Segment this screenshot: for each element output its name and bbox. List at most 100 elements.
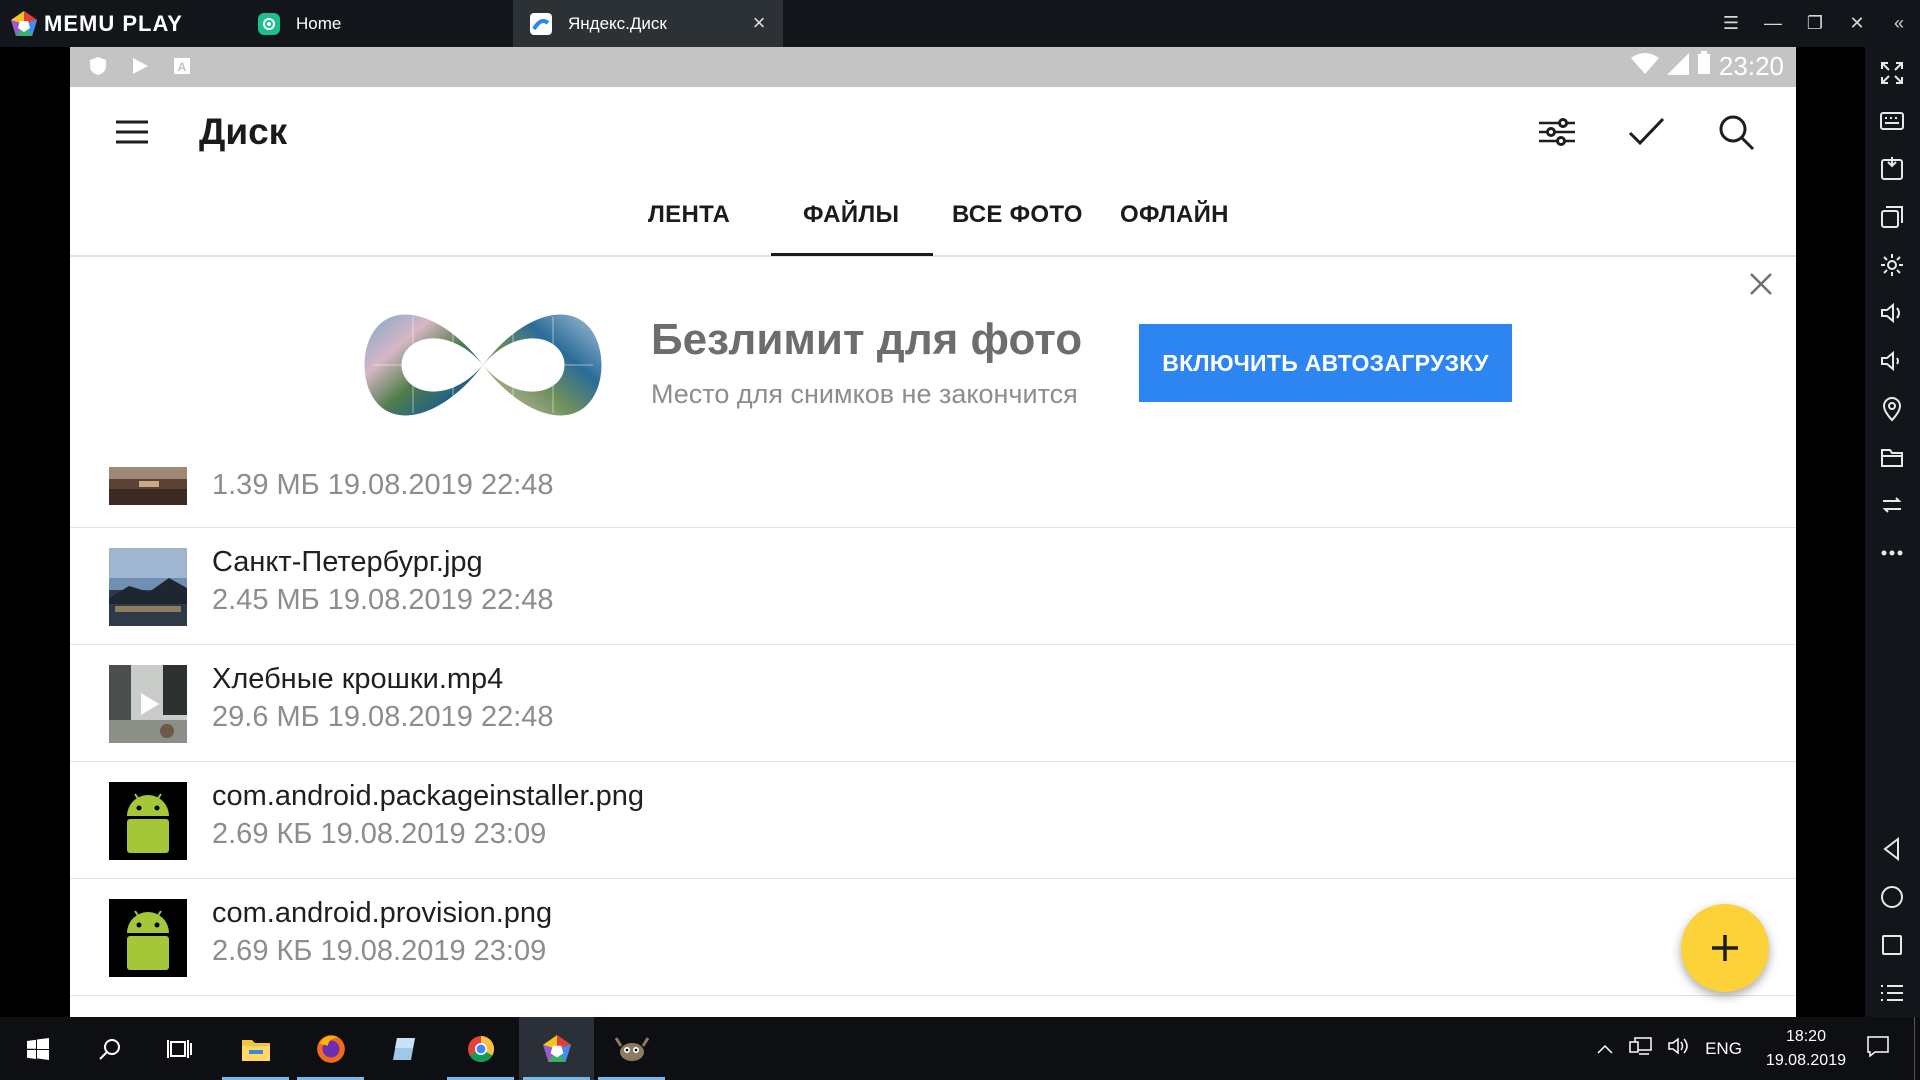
memu-logo: MEMU PLAY bbox=[10, 10, 183, 38]
close-tab-icon[interactable]: × bbox=[749, 12, 769, 34]
close-icon[interactable]: ✕ bbox=[1836, 13, 1878, 34]
minimize-icon[interactable]: — bbox=[1752, 13, 1794, 34]
restore-icon[interactable]: ❐ bbox=[1794, 13, 1836, 34]
shield-icon bbox=[88, 56, 108, 76]
play-store-icon bbox=[130, 56, 150, 76]
install-apk-icon[interactable] bbox=[1878, 155, 1906, 183]
volume-up-icon[interactable] bbox=[1878, 299, 1906, 327]
home-icon[interactable] bbox=[1878, 883, 1906, 911]
android-thumbnail bbox=[109, 782, 187, 860]
system-tray: ENG 18:20 19.08.2019 bbox=[1597, 1017, 1920, 1080]
file-name: com.android.provision.png bbox=[212, 897, 553, 929]
page-title: Диск bbox=[199, 111, 288, 152]
chrome-icon[interactable] bbox=[443, 1017, 518, 1080]
memu-brand: MEMU PLAY bbox=[44, 11, 183, 36]
file-meta: 1.39 МБ 19.08.2019 22:48 bbox=[212, 469, 554, 501]
window-controls: ☰ — ❐ ✕ « bbox=[1710, 0, 1920, 47]
unlimited-photos-banner: Безлимит для фото Место для снимков не з… bbox=[70, 259, 1796, 467]
tab-yandex-disk-label: Яндекс.Диск bbox=[568, 13, 667, 33]
file-name: com.android.packageinstaller.png bbox=[212, 780, 645, 812]
speaker-icon[interactable] bbox=[1667, 1036, 1691, 1061]
network-icon[interactable] bbox=[1629, 1036, 1653, 1061]
menu-icon[interactable]: ☰ bbox=[1710, 13, 1752, 34]
close-banner-icon[interactable] bbox=[1746, 269, 1778, 301]
app-bar: Диск bbox=[70, 87, 1796, 177]
a-icon: A bbox=[172, 56, 192, 76]
active-tab-indicator bbox=[771, 253, 933, 256]
wifi-icon bbox=[1630, 51, 1659, 82]
list-item[interactable]: com.android.packageinstaller.png 2.69 КБ… bbox=[70, 762, 1796, 879]
more-icon[interactable] bbox=[1878, 539, 1906, 567]
tab-yandex-disk[interactable]: Яндекс.Диск × bbox=[513, 0, 783, 47]
android-status-bar: A 23:20 bbox=[70, 47, 1796, 87]
hamburger-menu-icon[interactable] bbox=[116, 120, 148, 144]
home-app-icon bbox=[258, 12, 280, 35]
banner-title: Безлимит для фото bbox=[651, 315, 1083, 364]
fullscreen-icon[interactable] bbox=[1878, 59, 1906, 87]
memu-icon[interactable] bbox=[519, 1017, 594, 1080]
section-tabs: ЛЕНТА ФАЙЛЫ ВСЕ ФОТО ОФЛАЙН bbox=[70, 177, 1796, 257]
enable-autoupload-button[interactable]: ВКЛЮЧИТЬ АВТОЗАГРУЗКУ bbox=[1139, 324, 1512, 402]
list-item[interactable]: 1.39 МБ 19.08.2019 22:48 bbox=[70, 467, 1796, 528]
windows-start-icon[interactable] bbox=[0, 1017, 75, 1080]
signal-icon bbox=[1666, 51, 1689, 82]
file-list: 1.39 МБ 19.08.2019 22:48 Санкт-Петербург… bbox=[70, 467, 1796, 996]
firefox-icon[interactable] bbox=[293, 1017, 368, 1080]
clock-time: 18:20 bbox=[1785, 1027, 1826, 1045]
memu-logo-icon bbox=[11, 11, 37, 36]
tab-home-label: Home bbox=[296, 13, 342, 33]
tab-files[interactable]: ФАЙЛЫ bbox=[803, 201, 899, 229]
recents-icon[interactable] bbox=[1878, 931, 1906, 959]
show-hidden-icons-icon[interactable] bbox=[1597, 1039, 1613, 1059]
battery-icon bbox=[1697, 51, 1711, 82]
banner-subtitle: Место для снимков не закончится bbox=[651, 379, 1078, 409]
file-name: Санкт-Петербург.jpg bbox=[212, 546, 483, 578]
file-meta: 2.45 МБ 19.08.2019 22:48 bbox=[212, 584, 554, 616]
notifications-icon[interactable] bbox=[1866, 1035, 1890, 1062]
back-icon[interactable] bbox=[1878, 835, 1906, 863]
plus-icon bbox=[1712, 935, 1738, 961]
file-meta: 29.6 МБ 19.08.2019 22:48 bbox=[212, 701, 554, 733]
gimp-icon[interactable] bbox=[594, 1017, 669, 1080]
task-view-icon[interactable] bbox=[142, 1017, 217, 1080]
status-time: 23:20 bbox=[1718, 51, 1784, 81]
list-item[interactable]: Хлебные крошки.mp4 29.6 МБ 19.08.2019 22… bbox=[70, 645, 1796, 762]
add-button[interactable] bbox=[1681, 904, 1769, 992]
shared-folder-icon[interactable] bbox=[1878, 443, 1906, 471]
infinity-photos-illustration bbox=[364, 310, 602, 420]
emulator-toolbar bbox=[1865, 47, 1920, 1017]
photo-thumbnail bbox=[109, 467, 187, 505]
filter-icon[interactable] bbox=[1534, 109, 1580, 155]
taskbar-clock[interactable]: 18:20 19.08.2019 bbox=[1766, 1025, 1846, 1073]
emulator-titlebar: MEMU PLAY Home Яндекс.Диск × ☰ — ❐ ✕ « bbox=[0, 0, 1920, 47]
svg-text:A: A bbox=[178, 60, 187, 74]
file-explorer-icon[interactable] bbox=[218, 1017, 293, 1080]
collapse-sidebar-icon[interactable]: « bbox=[1878, 13, 1920, 34]
settings-icon[interactable] bbox=[1878, 251, 1906, 279]
select-check-icon[interactable] bbox=[1623, 109, 1669, 155]
windows-taskbar: ENG 18:20 19.08.2019 bbox=[0, 1017, 1920, 1080]
list-item[interactable]: Санкт-Петербург.jpg 2.45 МБ 19.08.2019 2… bbox=[70, 528, 1796, 645]
tab-feed[interactable]: ЛЕНТА bbox=[648, 201, 730, 229]
notepad-icon[interactable] bbox=[368, 1017, 443, 1080]
file-meta: 2.69 КБ 19.08.2019 23:09 bbox=[212, 818, 547, 850]
tab-home[interactable]: Home bbox=[258, 0, 513, 47]
search-icon[interactable] bbox=[1713, 109, 1759, 155]
rotate-icon[interactable] bbox=[1878, 491, 1906, 519]
video-thumbnail bbox=[109, 665, 187, 743]
yandex-disk-icon bbox=[530, 12, 552, 35]
android-thumbnail bbox=[109, 899, 187, 977]
photo-thumbnail bbox=[109, 548, 187, 626]
menu-list-icon[interactable] bbox=[1878, 979, 1906, 1007]
language-indicator[interactable]: ENG bbox=[1705, 1039, 1742, 1059]
search-icon[interactable] bbox=[72, 1017, 147, 1080]
show-desktop-button[interactable] bbox=[1914, 1017, 1920, 1080]
tab-offline[interactable]: ОФЛАЙН bbox=[1120, 201, 1229, 229]
volume-down-icon[interactable] bbox=[1878, 347, 1906, 375]
multi-window-icon[interactable] bbox=[1878, 203, 1906, 231]
list-item[interactable]: com.android.provision.png 2.69 КБ 19.08.… bbox=[70, 879, 1796, 996]
keyboard-mapping-icon[interactable] bbox=[1878, 107, 1906, 135]
location-icon[interactable] bbox=[1878, 395, 1906, 423]
android-screen: A 23:20 Диск ЛЕНТА ФАЙЛЫ ВСЕ ФОТО ОФЛАЙН bbox=[70, 47, 1796, 1017]
tab-all-photos[interactable]: ВСЕ ФОТО bbox=[952, 201, 1083, 229]
